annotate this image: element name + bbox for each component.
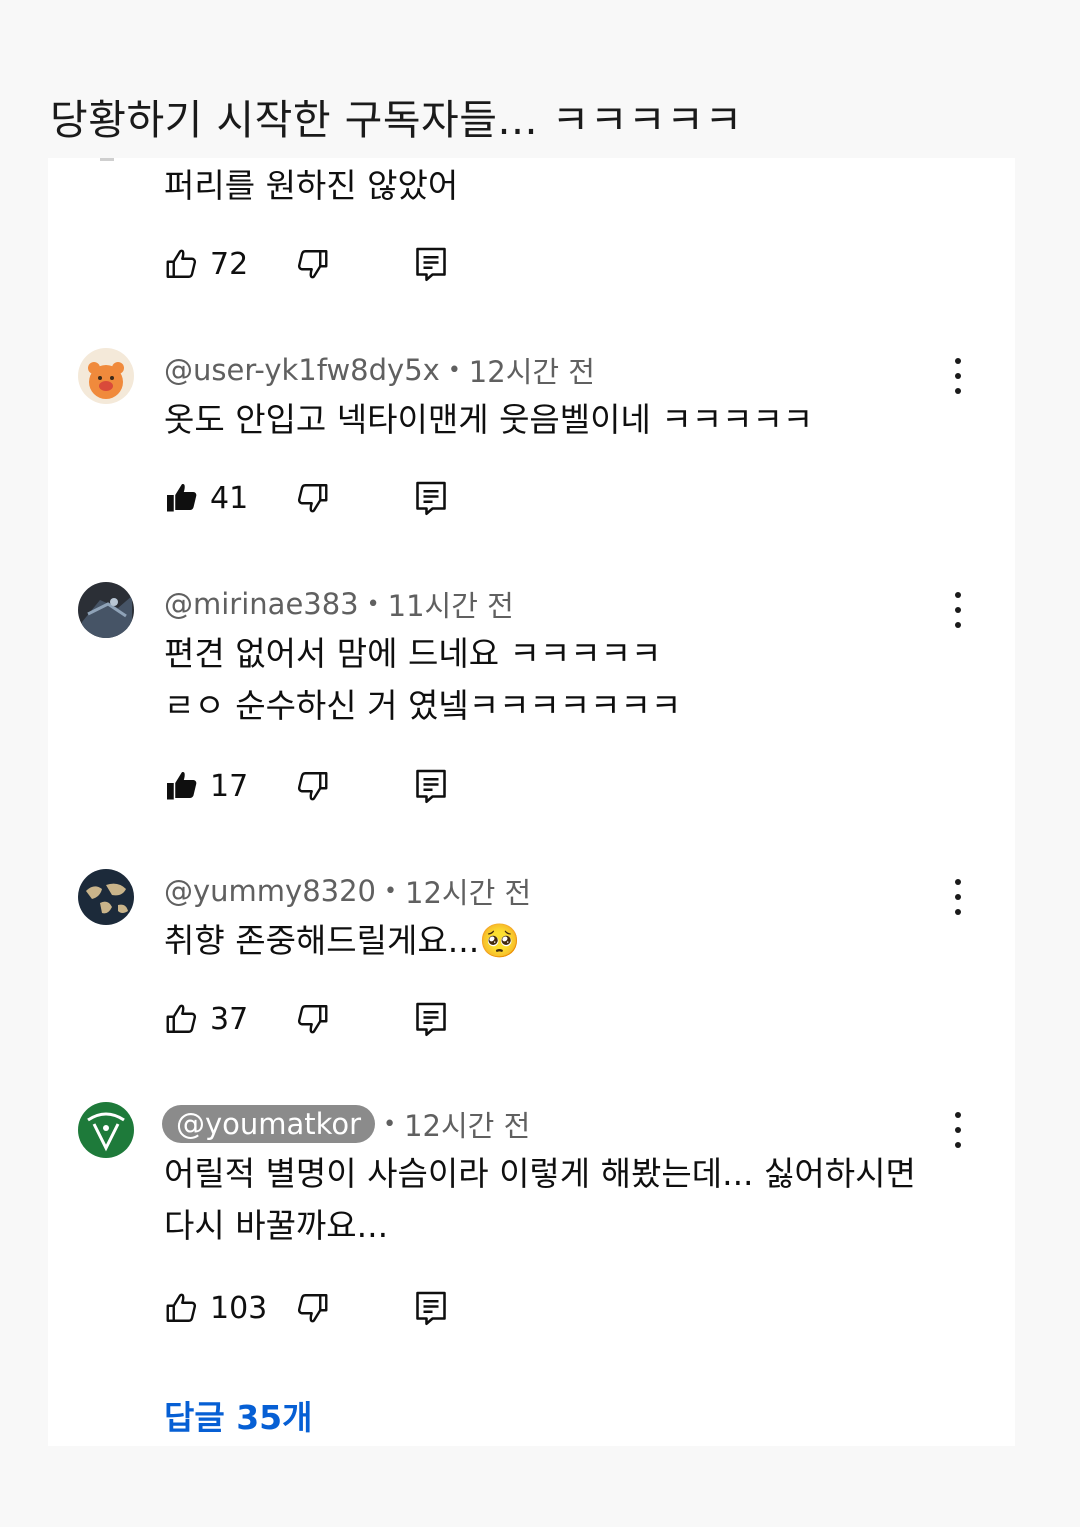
avatar-image — [78, 869, 134, 925]
comment-meta: @youmatkor • 12시간 전 — [162, 1102, 531, 1146]
like-button[interactable]: 17 — [164, 764, 248, 808]
reply-comment-icon — [416, 481, 446, 516]
like-button[interactable]: 72 — [164, 242, 248, 286]
thumbs-up-filled-icon — [167, 772, 197, 800]
avatar-image — [78, 582, 134, 638]
comment-text: 퍼리를 원하진 않았어 — [164, 166, 459, 205]
comment-actions: 37 — [164, 997, 464, 1041]
thumbs-down-icon — [297, 250, 328, 279]
more-options-button[interactable] — [938, 358, 978, 394]
dislike-button[interactable] — [294, 1286, 330, 1330]
author-handle[interactable]: @user-yk1fw8dy5x — [164, 353, 440, 387]
author-handle[interactable]: @mirinae383 — [164, 587, 359, 621]
avatar[interactable] — [78, 582, 134, 638]
comment-meta: @user-yk1fw8dy5x • 12시간 전 — [164, 348, 595, 392]
comment-actions: 41 — [164, 476, 464, 520]
dislike-button[interactable] — [294, 764, 330, 808]
post-title: 당황하기 시작한 구독자들... ㅋㅋㅋㅋㅋ — [50, 96, 743, 144]
reply-button[interactable] — [414, 997, 448, 1041]
more-options-button[interactable] — [938, 879, 978, 915]
more-vertical-icon — [955, 358, 961, 364]
like-count: 103 — [210, 1290, 268, 1326]
more-options-button[interactable] — [938, 1112, 978, 1148]
dislike-button[interactable] — [294, 997, 330, 1041]
partial-avatar — [100, 158, 114, 161]
reply-button[interactable] — [414, 242, 448, 286]
separator: • — [384, 878, 397, 904]
comment-time: 12시간 전 — [404, 1109, 531, 1143]
thumbs-up-icon — [166, 249, 197, 278]
comment-meta: @yummy8320 • 12시간 전 — [164, 869, 531, 913]
author-handle[interactable]: @yummy8320 — [164, 874, 376, 908]
like-button[interactable]: 41 — [164, 476, 248, 520]
thumbs-down-icon — [297, 772, 328, 801]
comment-actions: 17 — [164, 764, 464, 808]
avatar-image — [78, 1102, 134, 1158]
separator: • — [447, 357, 461, 383]
like-button[interactable]: 103 — [164, 1286, 267, 1330]
reply-button[interactable] — [414, 1286, 448, 1330]
avatar[interactable] — [78, 869, 134, 925]
comment-text: 어릴적 별명이 사슴이라 이렇게 해봤는데... 싫어하시면 다시 바꿀까요..… — [164, 1154, 916, 1245]
like-count: 72 — [210, 246, 249, 282]
thumbs-down-icon — [297, 1294, 328, 1323]
view-replies-link[interactable]: 답글 35개 — [164, 1391, 313, 1439]
comment-time: 12시간 전 — [405, 876, 532, 910]
comment-text: 취향 존중해드릴게요...🥺 — [164, 921, 521, 960]
dislike-button[interactable] — [294, 476, 330, 520]
comment-actions: 72 — [164, 242, 464, 286]
comment-time: 11시간 전 — [387, 589, 514, 623]
comment-thread-panel: 퍼리를 원하진 않았어 72 @user-yk1fw8dy5x • 12시간 전… — [48, 158, 1015, 1446]
more-options-button[interactable] — [938, 592, 978, 628]
reply-comment-icon — [416, 1291, 446, 1326]
reply-button[interactable] — [414, 764, 448, 808]
reply-comment-icon — [416, 769, 446, 804]
reply-comment-icon — [416, 1002, 446, 1037]
separator: • — [383, 1111, 397, 1137]
comment-actions: 103 — [164, 1286, 464, 1330]
thumbs-down-icon — [297, 1005, 328, 1034]
like-count: 37 — [210, 1001, 249, 1037]
like-count: 41 — [210, 480, 249, 516]
avatar[interactable] — [78, 1102, 134, 1158]
comment-text: 옷도 안입고 넥타이맨게 웃음벨이네 ㅋㅋㅋㅋㅋ — [164, 400, 814, 439]
thumbs-up-icon — [166, 1293, 197, 1322]
reply-button[interactable] — [414, 476, 448, 520]
more-vertical-icon — [955, 1112, 961, 1118]
avatar-image — [78, 348, 134, 404]
like-count: 17 — [210, 768, 249, 804]
more-vertical-icon — [955, 879, 961, 885]
more-vertical-icon — [955, 592, 961, 598]
dislike-button[interactable] — [294, 242, 330, 286]
avatar[interactable] — [78, 348, 134, 404]
comment-meta: @mirinae383 • 11시간 전 — [164, 582, 514, 626]
thumbs-down-icon — [297, 484, 328, 513]
comment-text: 편견 없어서 맘에 드네요 ㅋㅋㅋㅋㅋ ㄹㅇ 순수하신 거 였넼ㅋㅋㅋㅋㅋㅋㅋ — [164, 634, 682, 725]
comment-time: 12시간 전 — [468, 355, 595, 389]
reply-comment-icon — [416, 247, 446, 282]
owner-author-handle[interactable]: @youmatkor — [162, 1105, 376, 1143]
separator: • — [366, 591, 380, 617]
thumbs-up-filled-icon — [167, 484, 197, 512]
like-button[interactable]: 37 — [164, 997, 248, 1041]
thumbs-up-icon — [166, 1004, 197, 1033]
